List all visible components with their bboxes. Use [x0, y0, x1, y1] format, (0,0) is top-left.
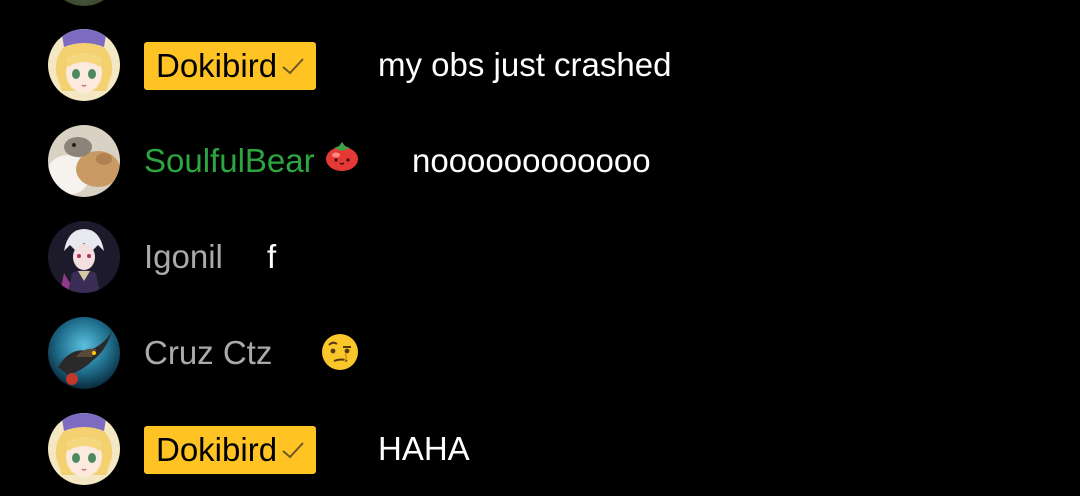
avatar[interactable] — [48, 29, 120, 101]
author-name-member[interactable]: SoulfulBear — [144, 142, 361, 181]
live-chat-feed: Dokibird my obs just crashed SoulfulBear — [0, 0, 1080, 496]
tomato-membership-icon — [323, 139, 361, 181]
avatar[interactable] — [48, 317, 120, 389]
checkmark-icon — [280, 46, 306, 86]
message-text: noooooooooooo — [412, 142, 651, 179]
message-text: my obs just crashed — [378, 46, 672, 83]
message-text: f — [267, 238, 277, 275]
chat-message: Dokibird HAHA — [0, 413, 1080, 485]
raised-eyebrow-emoji-icon — [320, 332, 360, 377]
author-name[interactable]: Igonil — [144, 238, 223, 276]
checkmark-icon — [280, 430, 306, 470]
chat-message: Igonil f — [0, 221, 1080, 293]
author-name: Dokibird — [156, 47, 278, 84]
author-name-owner-badge[interactable]: Dokibird — [144, 426, 317, 474]
chat-message: SoulfulBear noooooooooooo — [0, 125, 1080, 197]
avatar[interactable] — [48, 221, 120, 293]
avatar[interactable] — [48, 413, 120, 485]
message-text: HAHA — [378, 430, 470, 467]
chat-message: Cruz Ctz — [0, 317, 1080, 389]
author-name[interactable]: Cruz Ctz — [144, 334, 272, 372]
partial-avatar — [48, 0, 120, 6]
avatar[interactable] — [48, 125, 120, 197]
author-name: SoulfulBear — [144, 142, 315, 179]
chat-message: Dokibird my obs just crashed — [0, 29, 1080, 101]
author-name-owner-badge[interactable]: Dokibird — [144, 42, 317, 90]
author-name: Dokibird — [156, 431, 278, 468]
